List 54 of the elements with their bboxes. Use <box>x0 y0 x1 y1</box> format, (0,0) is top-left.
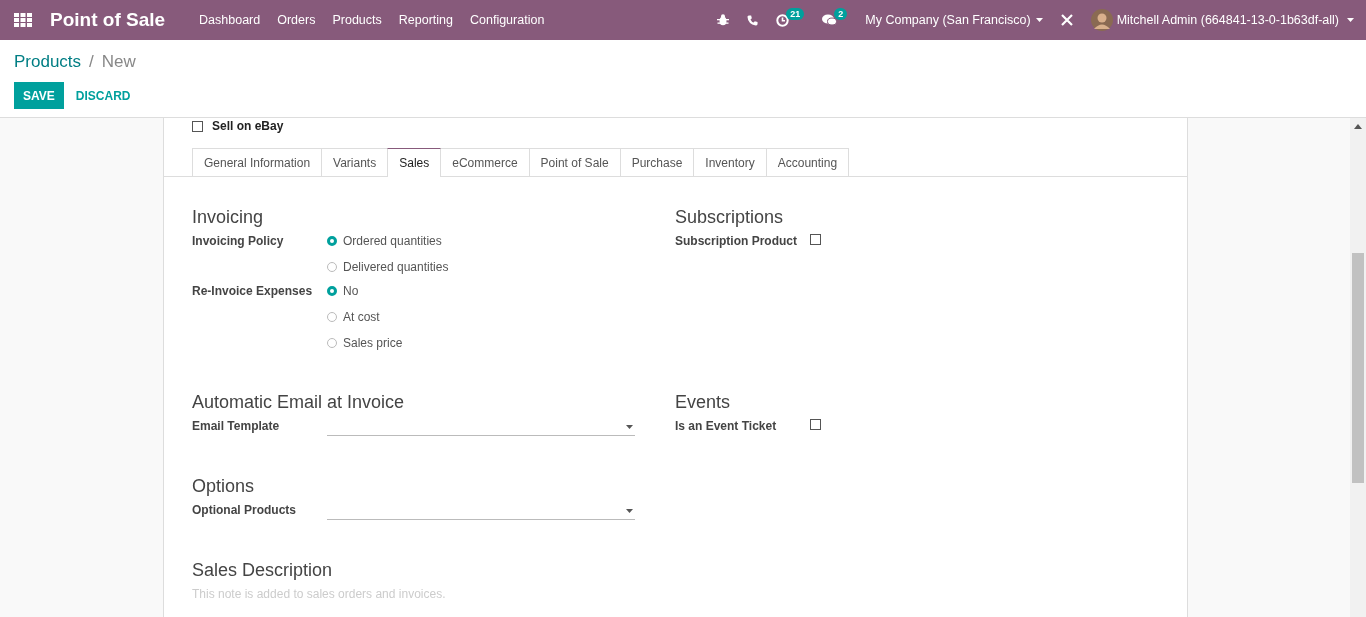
menu-item[interactable]: Reporting <box>398 13 453 27</box>
chat-icon[interactable] <box>822 14 838 26</box>
user-menu[interactable]: Mitchell Admin (664841-13-0-1b63df-all) <box>1116 13 1339 27</box>
field-label: Re-Invoice Expenses <box>192 284 314 298</box>
radio-label: Sales price <box>343 336 403 350</box>
menu-item[interactable]: Products <box>332 13 382 27</box>
avatar-icon <box>1090 9 1113 31</box>
caret-icon <box>626 425 633 429</box>
section-title: Subscriptions <box>675 207 785 228</box>
caret-icon <box>1347 18 1354 22</box>
activity-count-badge: 21 <box>786 7 805 20</box>
section-title: Invoicing <box>192 207 265 228</box>
tab[interactable]: Sales <box>387 148 442 177</box>
app-title: Point of Sale <box>50 9 166 31</box>
section-title: Options <box>192 476 256 497</box>
radio-button[interactable] <box>327 236 337 246</box>
radio-label: Delivered quantities <box>343 260 449 274</box>
menu-item[interactable]: Dashboard <box>199 13 261 27</box>
menu-item[interactable]: Orders <box>277 13 316 27</box>
radio-label: At cost <box>343 310 380 324</box>
checkbox[interactable] <box>192 120 203 132</box>
field-label: Invoicing Policy <box>192 234 285 248</box>
radio-button[interactable] <box>327 286 337 296</box>
caret-icon <box>1035 18 1043 22</box>
checkbox[interactable] <box>810 234 821 245</box>
field-label: Email Template <box>192 419 281 433</box>
field-label: Optional Products <box>192 503 297 517</box>
tab[interactable]: Accounting <box>765 148 850 176</box>
discard-button[interactable]: DISCARD <box>63 88 143 103</box>
clock-icon[interactable] <box>776 13 790 27</box>
section-title: Events <box>675 392 732 413</box>
section-title: Sales Description <box>192 560 334 581</box>
field-label: Subscription Product <box>675 234 798 248</box>
apps-menu-icon[interactable] <box>14 13 32 27</box>
section-title: Automatic Email at Invoice <box>192 392 406 413</box>
breadcrumb-current: New <box>101 52 136 72</box>
scroll-up-icon[interactable] <box>1354 124 1362 129</box>
field-label: Is an Event Ticket <box>675 419 778 433</box>
menu-item[interactable]: Configuration <box>470 13 545 27</box>
company-switcher[interactable]: My Company (San Francisco) <box>865 13 1031 27</box>
message-count-badge: 2 <box>834 8 848 20</box>
radio-label: Ordered quantities <box>343 234 442 248</box>
scrollbar[interactable] <box>1350 118 1366 617</box>
caret-icon <box>626 509 633 513</box>
save-button[interactable]: SAVE <box>14 82 64 109</box>
tools-icon[interactable] <box>1060 14 1073 26</box>
phone-icon[interactable] <box>747 14 759 26</box>
checkbox[interactable] <box>810 419 821 430</box>
bug-icon[interactable] <box>717 14 730 26</box>
breadcrumb-separator: / <box>89 52 94 72</box>
checkbox-label: Sell on eBay <box>212 119 284 133</box>
tab[interactable]: General Information <box>192 148 323 176</box>
radio-label: No <box>343 284 359 298</box>
breadcrumb-link[interactable]: Products <box>14 52 82 72</box>
